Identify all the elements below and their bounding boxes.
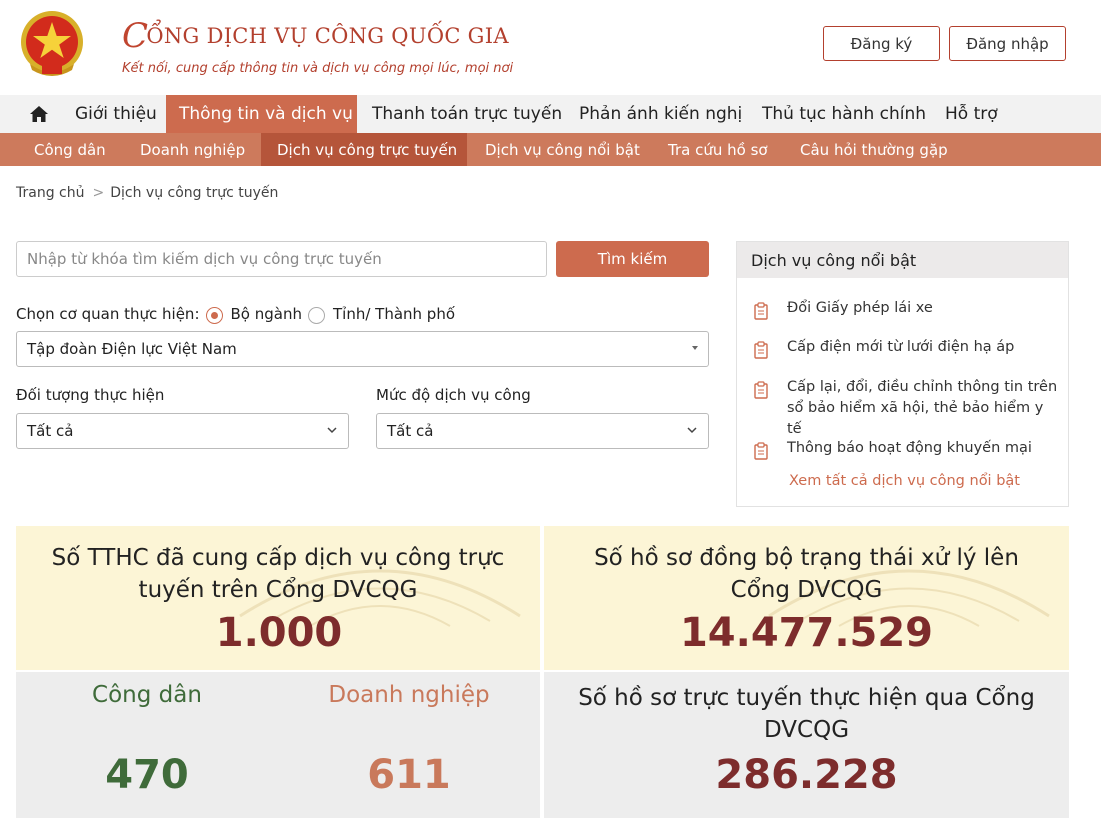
level-select-value: Tất cả bbox=[387, 422, 434, 440]
nav-item-info-services[interactable]: Thông tin và dịch vụ bbox=[166, 95, 357, 133]
target-select[interactable]: Tất cả bbox=[16, 413, 349, 449]
featured-item-label: Thông báo hoạt động khuyến mại bbox=[787, 440, 1032, 456]
stat-sync-title: Số hồ sơ đồng bộ trạng thái xử lý lên Cổ… bbox=[594, 545, 1019, 603]
site-header: CỔNG DỊCH VỤ CÔNG QUỐC GIA Kết nối, cung… bbox=[0, 0, 1101, 95]
featured-item[interactable]: Cấp lại, đổi, điều chỉnh thông tin trên … bbox=[753, 377, 1058, 440]
nav-item-feedback[interactable]: Phản ánh kiến nghị bbox=[579, 95, 742, 133]
level-label: Mức độ dịch vụ công bbox=[376, 386, 531, 404]
stat-sync-card: Số hồ sơ đồng bộ trạng thái xử lý lên Cổ… bbox=[544, 526, 1069, 670]
subnav-item-lookup[interactable]: Tra cứu hồ sơ bbox=[668, 133, 768, 166]
featured-item-label: Cấp lại, đổi, điều chỉnh thông tin trên … bbox=[787, 379, 1058, 437]
radio-province-label[interactable]: Tỉnh/ Thành phố bbox=[333, 305, 455, 323]
stat-online-value: 286.228 bbox=[715, 752, 898, 798]
stat-online-card: Số hồ sơ trực tuyến thực hiện qua Cổng D… bbox=[544, 672, 1069, 818]
agency-chooser: Chọn cơ quan thực hiện: Bộ ngành Tỉnh/ T… bbox=[16, 305, 455, 324]
featured-item-label: Đổi Giấy phép lái xe bbox=[787, 300, 933, 316]
agency-select-value: Tập đoàn Điện lực Việt Nam bbox=[27, 340, 237, 358]
stat-citizen-value: 470 bbox=[105, 752, 189, 798]
subnav-item-citizen[interactable]: Công dân bbox=[34, 133, 106, 166]
clipboard-icon bbox=[754, 302, 768, 320]
featured-services-title: Dịch vụ công nổi bật bbox=[737, 242, 1068, 278]
subnav-item-featured-services[interactable]: Dịch vụ công nổi bật bbox=[485, 133, 640, 166]
stat-online-title: Số hồ sơ trực tuyến thực hiện qua Cổng D… bbox=[578, 685, 1035, 743]
stat-business-value: 611 bbox=[367, 752, 451, 798]
radio-ministry-label[interactable]: Bộ ngành bbox=[231, 305, 302, 323]
chevron-down-icon bbox=[327, 427, 337, 434]
search-input[interactable] bbox=[16, 241, 547, 277]
breadcrumb-separator: > bbox=[92, 185, 105, 201]
search-button[interactable]: Tìm kiếm bbox=[556, 241, 709, 277]
agency-select[interactable]: Tập đoàn Điện lực Việt Nam bbox=[16, 331, 709, 367]
nav-item-online-payment[interactable]: Thanh toán trực tuyến bbox=[372, 95, 562, 133]
stat-tthc-title: Số TTHC đã cung cấp dịch vụ công trực tu… bbox=[51, 545, 505, 603]
caret-down-icon bbox=[692, 346, 698, 350]
view-all-featured-link[interactable]: Xem tất cả dịch vụ công nổi bật bbox=[789, 473, 1020, 489]
radio-province[interactable] bbox=[307, 306, 325, 324]
stat-sync-value: 14.477.529 bbox=[679, 610, 934, 656]
main-nav: Giới thiệu Thông tin và dịch vụ Thanh to… bbox=[0, 95, 1101, 133]
subnav-item-online-services[interactable]: Dịch vụ công trực tuyến bbox=[261, 133, 467, 166]
breadcrumb: Trang chủ > Dịch vụ công trực tuyến bbox=[16, 185, 278, 201]
target-label: Đối tượng thực hiện bbox=[16, 386, 165, 404]
stat-business-label: Doanh nghiệp bbox=[328, 682, 490, 708]
stat-breakdown-card: Công dân 470 Doanh nghiệp 611 bbox=[16, 672, 540, 818]
site-title[interactable]: CỔNG DỊCH VỤ CÔNG QUỐC GIA bbox=[122, 12, 509, 56]
nav-item-procedures[interactable]: Thủ tục hành chính bbox=[762, 95, 926, 133]
breadcrumb-current: Dịch vụ công trực tuyến bbox=[110, 185, 279, 201]
home-icon[interactable] bbox=[26, 95, 52, 133]
stat-citizen-label: Công dân bbox=[92, 682, 202, 708]
subnav-item-business[interactable]: Doanh nghiệp bbox=[140, 133, 245, 166]
featured-item[interactable]: Cấp điện mới từ lưới điện hạ áp bbox=[753, 337, 1014, 359]
national-emblem-icon[interactable] bbox=[16, 8, 88, 80]
featured-item[interactable]: Đổi Giấy phép lái xe bbox=[753, 298, 933, 320]
stat-business: Doanh nghiệp 611 bbox=[278, 672, 540, 818]
sub-nav: Công dân Doanh nghiệp Dịch vụ công trực … bbox=[0, 133, 1101, 166]
chevron-down-icon bbox=[687, 427, 697, 434]
featured-services-panel: Dịch vụ công nổi bật Đổi Giấy phép lái x… bbox=[736, 241, 1069, 507]
clipboard-icon bbox=[754, 341, 768, 359]
featured-item[interactable]: Thông báo hoạt động khuyến mại bbox=[753, 438, 1032, 460]
level-select[interactable]: Tất cả bbox=[376, 413, 709, 449]
nav-item-introduction[interactable]: Giới thiệu bbox=[75, 95, 157, 133]
subnav-item-faq[interactable]: Câu hỏi thường gặp bbox=[800, 133, 948, 166]
stat-tthc-value: 1.000 bbox=[215, 610, 343, 656]
site-subtitle: Kết nối, cung cấp thông tin và dịch vụ c… bbox=[122, 61, 514, 76]
stat-tthc-card: Số TTHC đã cung cấp dịch vụ công trực tu… bbox=[16, 526, 540, 670]
login-button[interactable]: Đăng nhập bbox=[949, 26, 1066, 61]
clipboard-icon bbox=[754, 381, 768, 399]
register-button[interactable]: Đăng ký bbox=[823, 26, 940, 61]
target-select-value: Tất cả bbox=[27, 422, 74, 440]
stat-citizen: Công dân 470 bbox=[16, 672, 278, 818]
agency-label: Chọn cơ quan thực hiện: bbox=[16, 305, 200, 323]
nav-item-support[interactable]: Hỗ trợ bbox=[945, 95, 998, 133]
featured-item-label: Cấp điện mới từ lưới điện hạ áp bbox=[787, 339, 1015, 355]
radio-ministry[interactable] bbox=[205, 306, 223, 324]
clipboard-icon bbox=[754, 442, 768, 460]
breadcrumb-home[interactable]: Trang chủ bbox=[16, 185, 84, 201]
